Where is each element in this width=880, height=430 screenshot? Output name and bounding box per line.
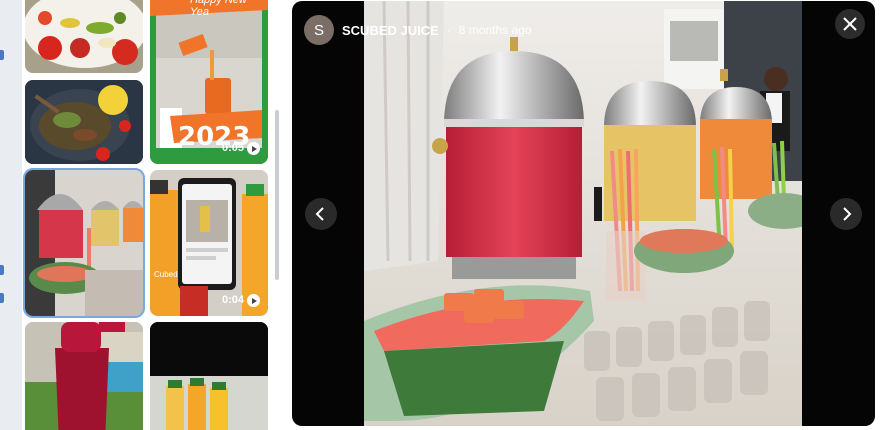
channel-name[interactable]: SCUBED JUICE xyxy=(342,23,439,38)
juice-dispensers-thumbnail xyxy=(25,170,143,316)
media-viewer: S SCUBED JUICE · 8 months ago xyxy=(292,1,875,426)
grid-scrollbar[interactable] xyxy=(275,110,279,280)
fruit-platter-thumbnail xyxy=(25,0,143,73)
viewer-header: S SCUBED JUICE · 8 months ago xyxy=(304,15,532,45)
play-icon xyxy=(247,294,260,307)
bottle-label: Cubed xyxy=(154,270,178,279)
chevron-right-icon xyxy=(843,207,852,221)
juice-bar-image xyxy=(364,1,802,426)
grid-tile-phone-juice-video[interactable]: Cubed 0:04 xyxy=(150,170,268,316)
close-button[interactable] xyxy=(835,9,865,39)
chevron-left-icon xyxy=(315,207,324,221)
page-marker xyxy=(0,50,4,60)
juice-bottles-thumbnail xyxy=(150,322,268,430)
video-duration: 0:05 xyxy=(221,142,244,154)
header-separator: · xyxy=(446,23,451,37)
grid-tile-new-year-video[interactable]: Happy New Yea 2023 0:05 xyxy=(150,0,268,164)
grid-tile-fruit-platter[interactable] xyxy=(25,0,143,73)
page-background-strip xyxy=(0,0,22,430)
page-marker xyxy=(0,265,4,275)
play-icon xyxy=(247,142,260,155)
media-grid: Happy New Yea 2023 0:05 Cubed 0:04 xyxy=(22,0,280,430)
close-icon xyxy=(843,17,857,31)
juice-dispensers-photo xyxy=(364,1,802,426)
tile-top-caption: Happy New Yea xyxy=(190,0,247,18)
grid-tile-juice-dispensers[interactable] xyxy=(23,168,145,318)
posted-time: 8 months ago xyxy=(458,23,532,37)
previous-button[interactable] xyxy=(305,198,337,230)
red-juice-thumbnail xyxy=(25,322,143,430)
next-button[interactable] xyxy=(830,198,862,230)
grid-tile-juice-bottles[interactable] xyxy=(150,322,268,430)
channel-avatar[interactable]: S xyxy=(304,15,334,45)
page-marker xyxy=(0,293,4,303)
grid-tile-red-juice[interactable] xyxy=(25,322,143,430)
video-duration: 0:04 xyxy=(221,294,244,306)
grilled-dish-thumbnail xyxy=(25,80,143,164)
grid-tile-grilled-dish[interactable] xyxy=(25,80,143,164)
